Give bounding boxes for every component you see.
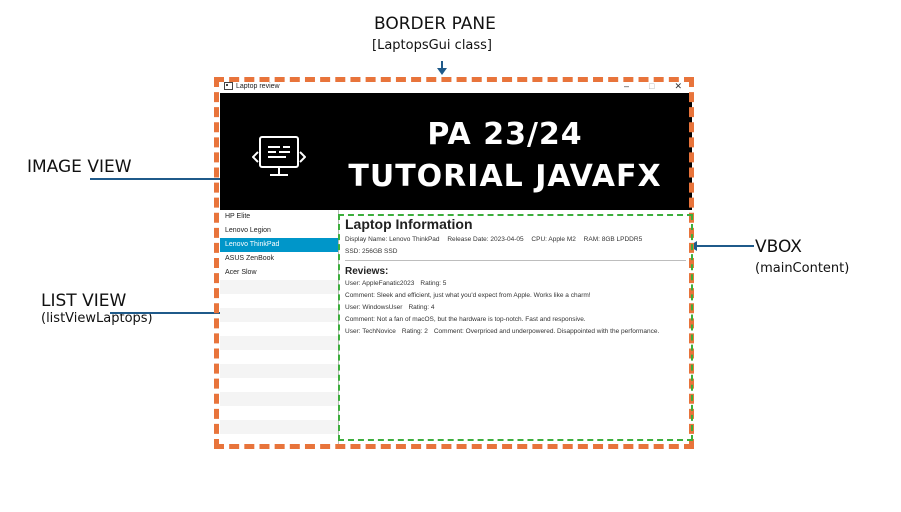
vbox-arrow bbox=[689, 241, 754, 251]
border-pane-label: BORDER PANE bbox=[374, 14, 496, 34]
vbox-id-label: (mainContent) bbox=[755, 261, 850, 276]
border-pane-class-label: [LaptopsGui class] bbox=[372, 38, 493, 53]
vbox-outline bbox=[338, 214, 693, 441]
image-view-label: IMAGE VIEW bbox=[27, 157, 132, 177]
vbox-label: VBOX bbox=[755, 237, 802, 257]
list-view-label: LIST VIEW bbox=[41, 291, 127, 311]
border-pane-arrow bbox=[437, 61, 447, 75]
